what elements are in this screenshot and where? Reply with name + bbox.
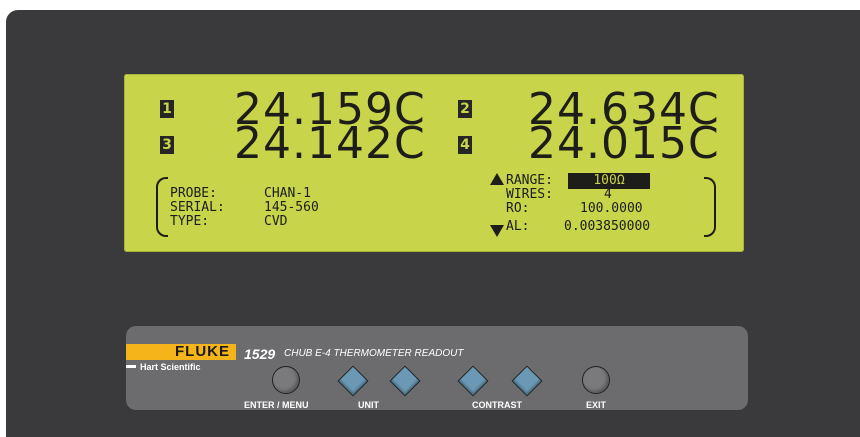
hart-scientific-logo: Hart Scientific <box>140 362 201 372</box>
channel-3-indicator: 3 <box>160 136 174 154</box>
probe-label: PROBE: <box>170 186 217 201</box>
serial-label: SERIAL: <box>170 200 225 215</box>
al-value: 0.003850000 <box>564 219 651 234</box>
unit-right-button[interactable] <box>389 365 421 397</box>
contrast-down-button[interactable] <box>457 365 489 397</box>
right-bracket <box>704 177 716 237</box>
range-label: RANGE: <box>506 173 553 188</box>
contrast-up-button[interactable] <box>511 365 543 397</box>
serial-value: 145-560 <box>264 200 319 215</box>
channel-2-indicator: 2 <box>458 100 472 118</box>
channel-4-reading: 24.015C <box>528 118 720 169</box>
channel-1-indicator: 1 <box>160 100 174 118</box>
type-label: TYPE: <box>170 214 210 229</box>
contrast-label: CONTRAST <box>472 400 522 410</box>
hart-logo-bar <box>126 365 136 368</box>
channel-3-reading: 24.142C <box>234 118 426 169</box>
lcd-display: 1 24.159C 2 24.634C 3 24.142C 4 24.015C … <box>124 74 744 252</box>
probe-value: CHAN-1 <box>264 186 311 201</box>
channel-4-indicator: 4 <box>458 136 472 154</box>
enter-menu-button[interactable] <box>272 366 300 394</box>
model-number: 1529 <box>244 346 276 362</box>
exit-button[interactable] <box>582 366 610 394</box>
unit-left-button[interactable] <box>337 365 369 397</box>
enter-menu-label: ENTER / MENU <box>244 400 309 410</box>
model-description: CHUB E-4 THERMOMETER READOUT <box>284 348 464 359</box>
unit-label: UNIT <box>358 400 379 410</box>
left-bracket <box>156 177 168 237</box>
exit-label: EXIT <box>586 400 607 410</box>
fluke-logo: FLUKE <box>126 344 236 360</box>
type-value: CVD <box>264 214 288 229</box>
scroll-down-icon <box>490 225 504 237</box>
wires-value: 4 <box>604 187 612 202</box>
r0-value: 100.0000 <box>580 201 643 216</box>
wires-label: WIRES: <box>506 187 553 202</box>
control-panel: FLUKE Hart Scientific 1529 CHUB E-4 THER… <box>126 326 748 410</box>
al-label: AL: <box>506 219 530 234</box>
thermometer-readout-device: 1 24.159C 2 24.634C 3 24.142C 4 24.015C … <box>6 10 860 437</box>
r0-label: RO: <box>506 201 530 216</box>
scroll-up-icon <box>490 173 504 185</box>
